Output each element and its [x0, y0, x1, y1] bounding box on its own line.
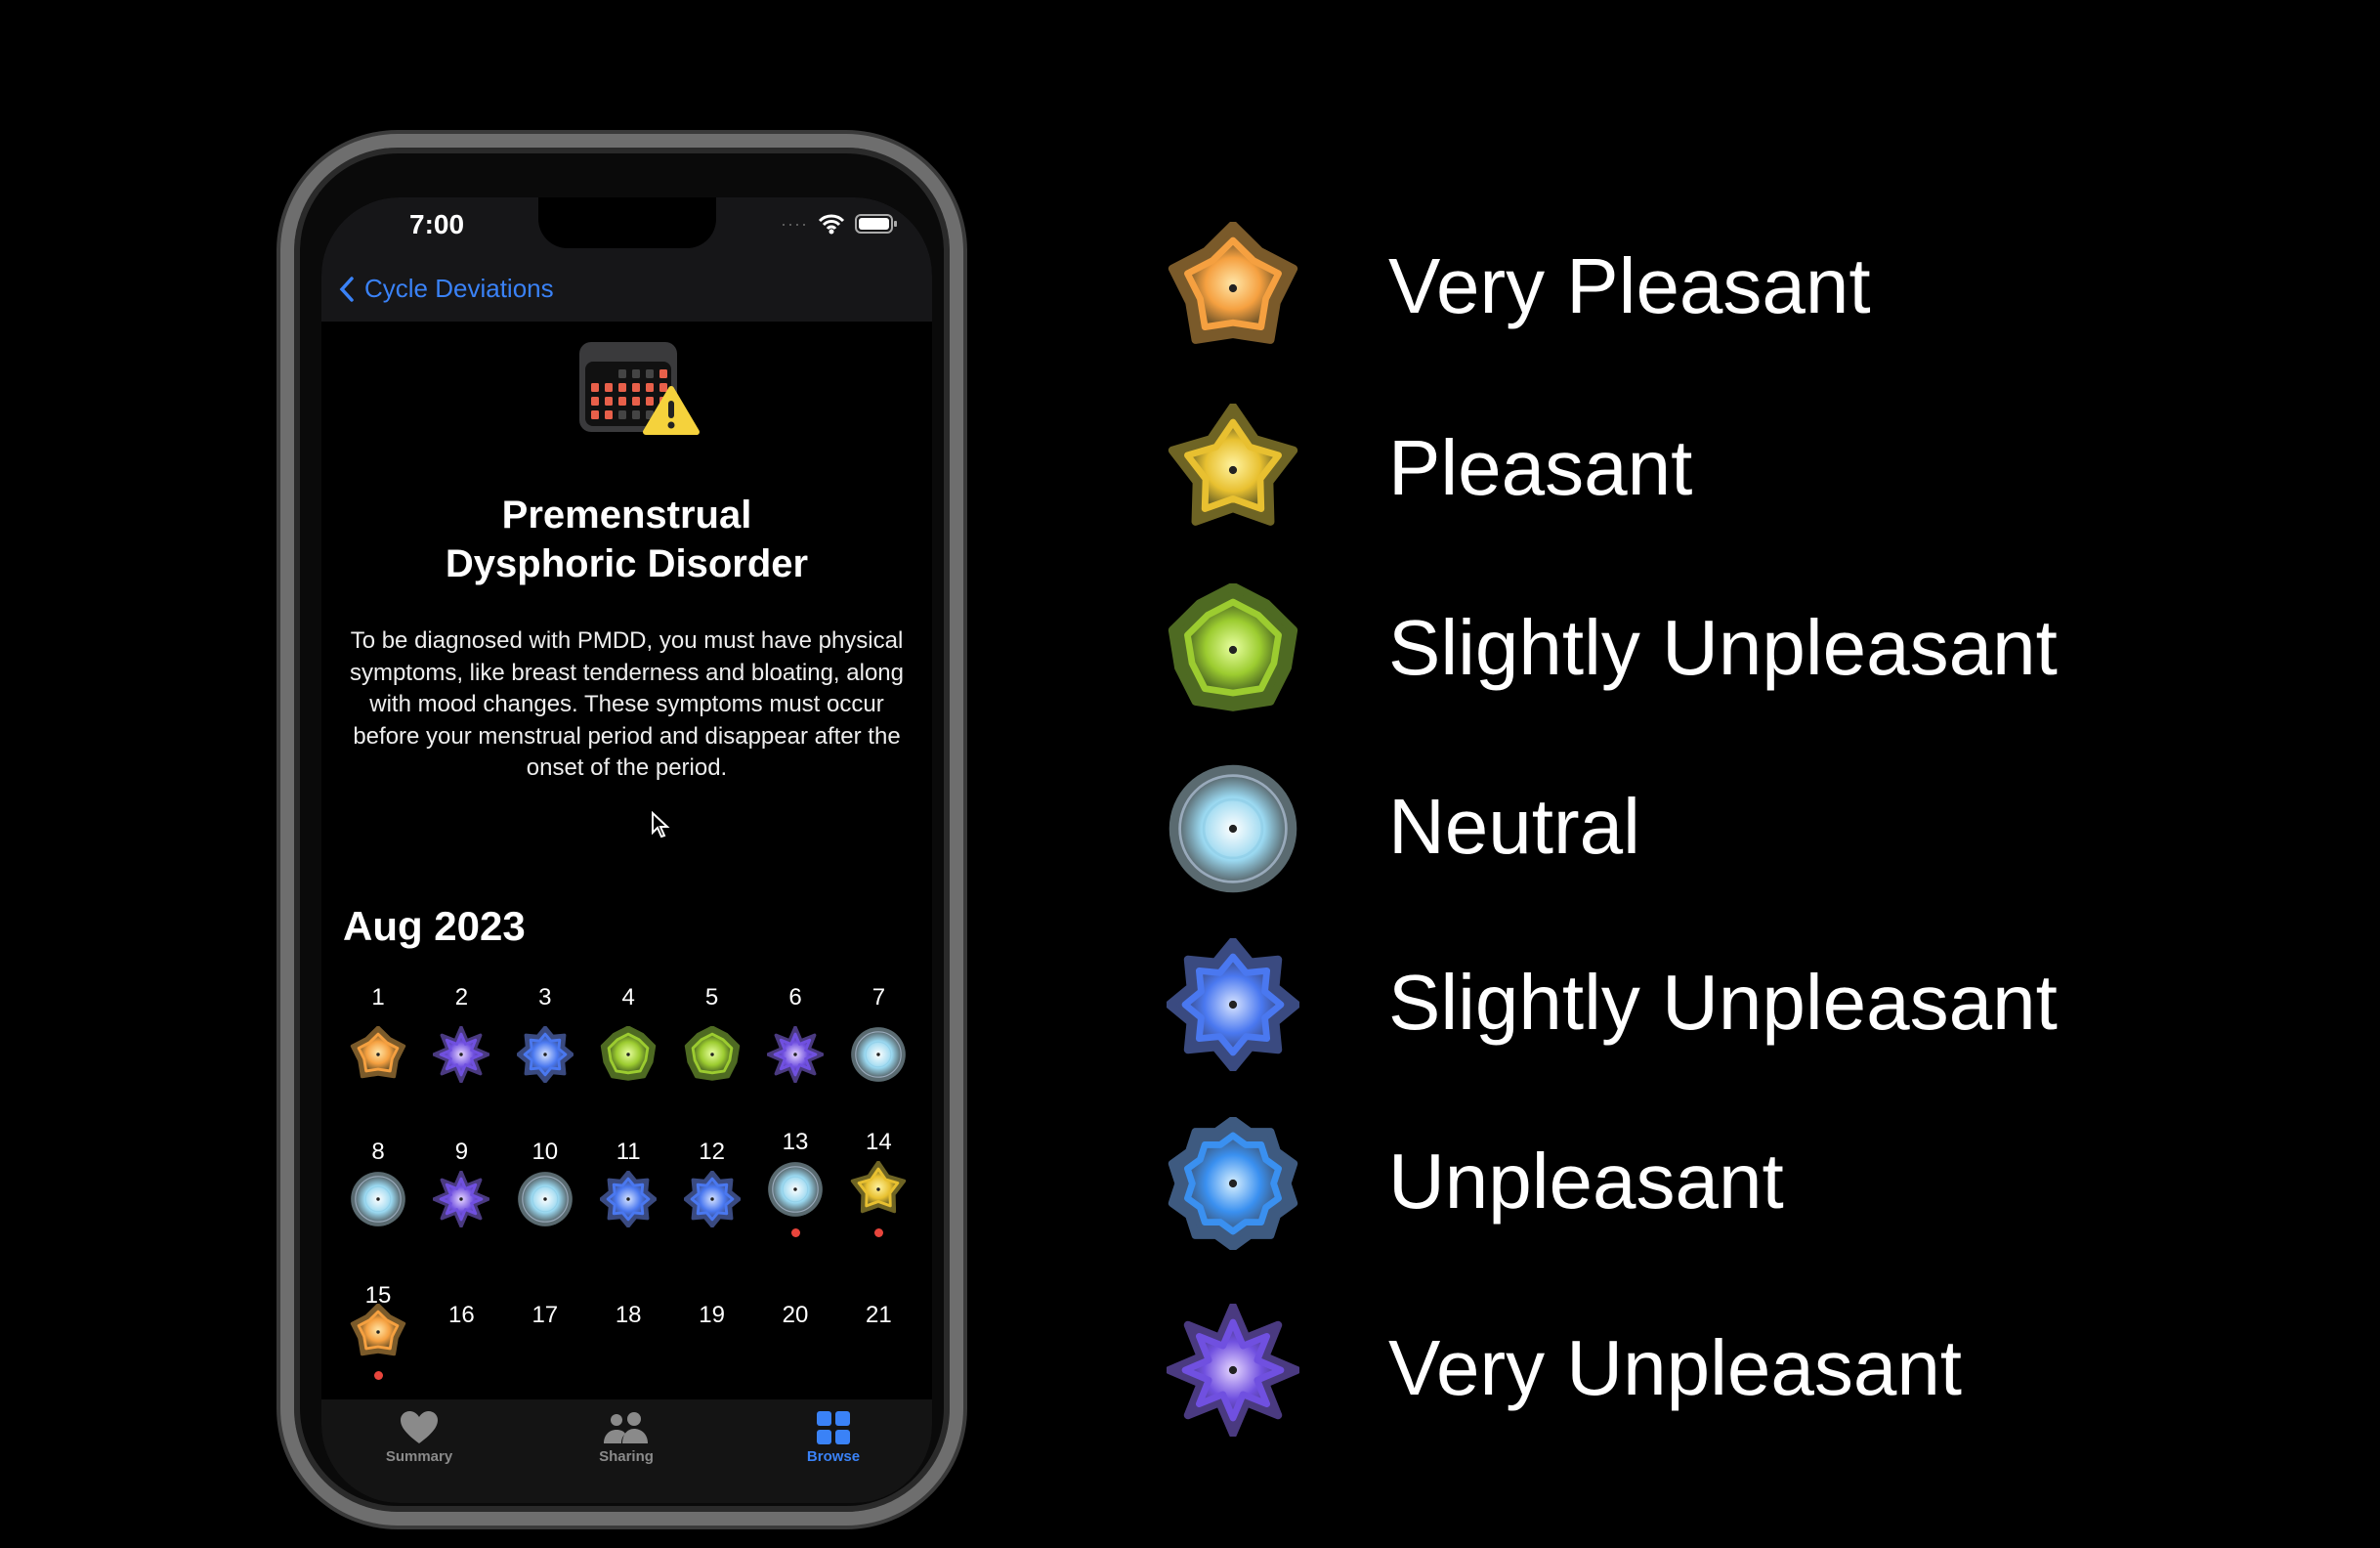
mood-slightly-pleasant-icon	[600, 1026, 657, 1081]
tab-bar: Summary Sharing Browse	[321, 1399, 932, 1503]
mood-very-pleasant-icon	[350, 1304, 406, 1356]
chevron-left-icon	[339, 276, 354, 302]
day-number: 12	[699, 1139, 725, 1165]
mood-slightly-unpleasant-icon	[600, 1171, 658, 1227]
day-number: 10	[531, 1139, 559, 1165]
calendar-warning-icon	[579, 342, 700, 435]
mood-neutral-icon	[517, 1172, 573, 1226]
tab-label: Summary	[385, 1448, 453, 1465]
article-body: To be diagnosed with PMDD, you must have…	[350, 627, 904, 781]
grid-icon	[817, 1411, 850, 1444]
legend-label: Slightly Unpleasant	[1388, 959, 2058, 1046]
period-dot	[790, 1228, 800, 1237]
signal-icon: ····	[781, 213, 808, 234]
back-label: Cycle Deviations	[364, 274, 554, 303]
wifi-icon	[818, 214, 845, 235]
day-number: 6	[788, 984, 802, 1010]
day-number: 21	[866, 1302, 892, 1328]
tab-sharing[interactable]: Sharing	[548, 1411, 704, 1465]
day-number: 14	[866, 1129, 892, 1155]
mood-neutral-icon	[351, 1172, 405, 1226]
day-number: 3	[538, 984, 552, 1010]
legend-label: Neutral	[1388, 783, 1640, 870]
period-dot	[373, 1371, 383, 1380]
day-number: 9	[454, 1139, 469, 1165]
dynamic-island	[538, 197, 716, 248]
mood-neutral-icon	[851, 1027, 907, 1082]
day-number: 1	[371, 984, 385, 1010]
mood-very-unpleasant-icon	[433, 1026, 490, 1083]
heart-icon	[401, 1411, 438, 1443]
calendar-month: Aug 2023	[343, 903, 526, 949]
mood-pleasant-icon	[851, 1161, 907, 1214]
mood-slightly-pleasant-icon	[1168, 583, 1298, 711]
day-number: 8	[371, 1139, 385, 1165]
legend-label: Slightly Unpleasant	[1388, 604, 2058, 691]
day-number: 17	[531, 1302, 559, 1328]
tab-browse[interactable]: Browse	[755, 1411, 912, 1465]
mood-very-pleasant-icon	[350, 1026, 406, 1079]
mood-very-unpleasant-icon	[1167, 1304, 1299, 1437]
people-icon	[604, 1412, 648, 1443]
legend-label: Unpleasant	[1388, 1138, 1784, 1225]
day-number: 4	[621, 984, 635, 1010]
mood-slightly-pleasant-icon	[684, 1026, 740, 1081]
mood-slightly-unpleasant-icon	[516, 1026, 574, 1083]
mood-unpleasant-icon	[1168, 1117, 1298, 1250]
mood-slightly-unpleasant-icon	[683, 1171, 741, 1227]
mood-pleasant-icon	[1168, 404, 1298, 526]
phone-screen: 7:00 ···· Cycle Deviations Premenstrual D…	[321, 197, 932, 1503]
mouse-cursor-icon	[652, 811, 670, 838]
day-number: 16	[448, 1302, 475, 1328]
status-time: 7:00	[409, 209, 465, 239]
period-dot	[873, 1228, 883, 1237]
tab-summary[interactable]: Summary	[341, 1411, 497, 1465]
day-number: 19	[699, 1302, 725, 1328]
day-number: 20	[782, 1302, 809, 1328]
mood-very-unpleasant-icon	[433, 1171, 490, 1227]
tab-label: Sharing	[599, 1448, 654, 1465]
mood-neutral-icon	[768, 1162, 823, 1217]
day-number: 2	[454, 984, 469, 1010]
legend-label: Pleasant	[1388, 424, 1693, 511]
article-title: Premenstrual Dysphoric Disorder	[445, 494, 809, 585]
back-button[interactable]: Cycle Deviations	[339, 274, 554, 304]
day-number: 11	[616, 1139, 641, 1165]
day-number: 7	[871, 984, 886, 1010]
status-icons: ····	[781, 213, 898, 235]
day-number: 5	[704, 984, 719, 1010]
mood-very-pleasant-icon	[1168, 222, 1298, 344]
mood-slightly-unpleasant-icon	[1167, 938, 1299, 1071]
day-number: 13	[782, 1129, 809, 1155]
battery-icon	[854, 214, 897, 234]
legend-label: Very Unpleasant	[1388, 1324, 1963, 1411]
tab-label: Browse	[806, 1448, 861, 1465]
legend-label: Very Pleasant	[1388, 242, 1871, 329]
mood-neutral-icon	[1169, 764, 1297, 893]
mood-very-unpleasant-icon	[767, 1026, 824, 1083]
day-number: 18	[615, 1302, 642, 1328]
